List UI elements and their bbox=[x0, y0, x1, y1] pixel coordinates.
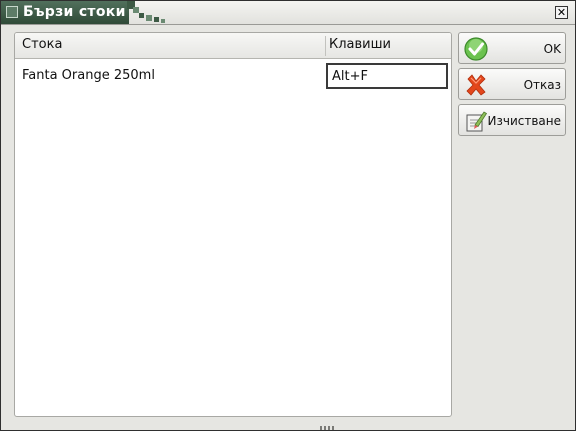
window-title: Бързи стоки bbox=[23, 4, 126, 20]
clear-button[interactable]: Изчистване bbox=[458, 104, 566, 136]
title-tab: Бързи стоки bbox=[1, 1, 129, 24]
quick-items-table: Стока Клавиши Fanta Orange 250ml bbox=[14, 32, 452, 417]
cross-icon bbox=[466, 74, 486, 96]
clear-icon bbox=[466, 111, 488, 132]
cancel-button-label: Отказ bbox=[523, 78, 561, 92]
clear-button-label: Изчистване bbox=[487, 114, 562, 128]
close-button[interactable]: ✕ bbox=[555, 6, 568, 19]
shortcut-key-input[interactable] bbox=[326, 63, 448, 89]
title-decoration bbox=[127, 1, 167, 24]
column-divider[interactable] bbox=[325, 36, 326, 56]
table-header: Стока Клавиши bbox=[15, 33, 451, 59]
cancel-button[interactable]: Отказ bbox=[458, 68, 566, 100]
window-menu-icon[interactable] bbox=[6, 6, 18, 18]
table-row-product[interactable]: Fanta Orange 250ml bbox=[22, 68, 155, 83]
ok-button-label: OK bbox=[543, 42, 561, 56]
column-header-keys[interactable]: Клавиши bbox=[329, 37, 391, 52]
quick-items-dialog: Бързи стоки ✕ Стока Клавиши Fanta Orange… bbox=[0, 0, 576, 431]
close-icon: ✕ bbox=[556, 6, 567, 19]
resize-grip[interactable] bbox=[320, 426, 336, 430]
ok-button[interactable]: OK bbox=[458, 32, 566, 64]
check-icon bbox=[464, 37, 488, 61]
title-bar[interactable]: Бързи стоки ✕ bbox=[1, 1, 575, 25]
column-header-product[interactable]: Стока bbox=[22, 37, 62, 52]
